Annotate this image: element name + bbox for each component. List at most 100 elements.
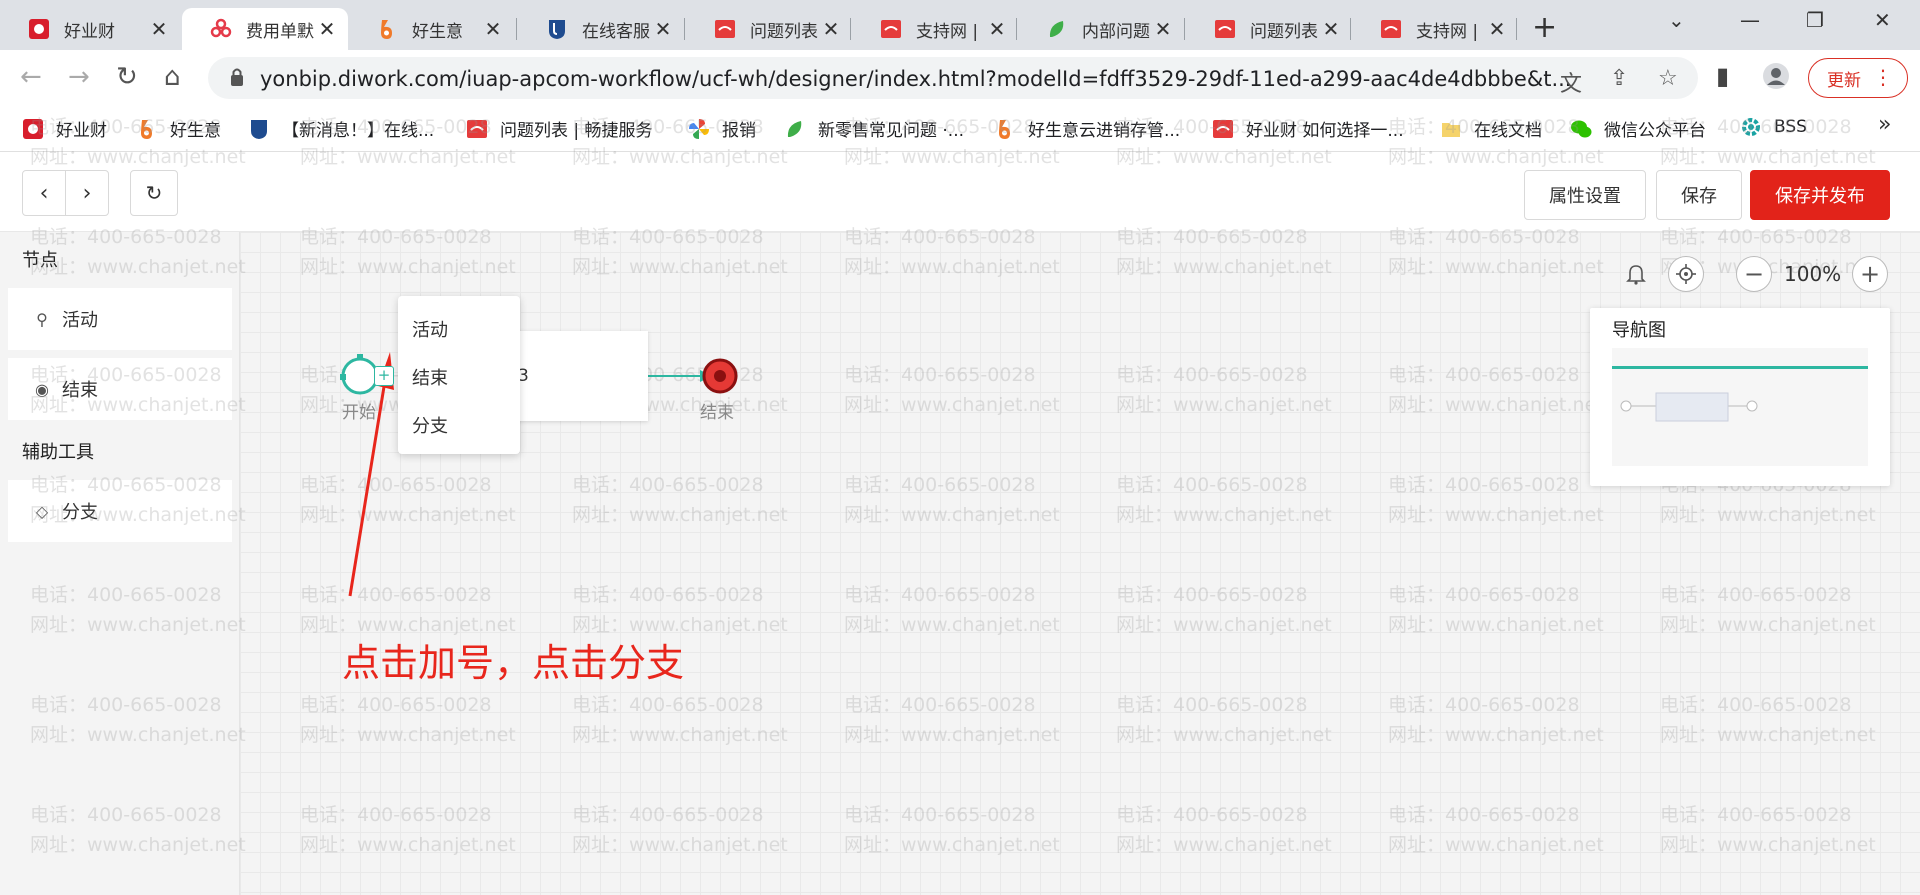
diamond-icon: ◇ xyxy=(35,501,49,521)
bookmark-item[interactable]: 新零售常见问题 ·... xyxy=(784,116,964,141)
close-icon[interactable]: ✕ xyxy=(654,17,672,41)
green-leaf-icon xyxy=(1046,18,1068,40)
bookmark-item[interactable]: 好业财 xyxy=(22,116,107,141)
browser-tabstrip: 好业财 ✕ 费用单默 ✕ 好生意 ✕ 在线客服 ✕ 问题列表 ✕ 支持网 | ✕… xyxy=(0,0,1920,50)
orange-6-icon xyxy=(136,118,158,140)
browser-tab[interactable]: 问题列表 ✕ xyxy=(686,8,852,50)
palette-item-branch[interactable]: ◇ 分支 xyxy=(8,480,232,542)
update-button[interactable]: 更新 ⋮ xyxy=(1808,58,1908,98)
tab-divider xyxy=(1516,18,1517,40)
share-icon[interactable]: ⇪ xyxy=(1610,66,1628,91)
sidepanel-icon[interactable]: ▮ xyxy=(1716,62,1729,90)
bell-icon[interactable] xyxy=(1618,256,1654,292)
node-palette: 节点 ⚲ 活动 ◉ 结束 辅助工具 ◇ 分支 xyxy=(0,232,240,895)
zoom-out-icon[interactable]: − xyxy=(1736,256,1772,292)
chanjet-red-icon xyxy=(466,118,488,140)
close-icon[interactable]: ✕ xyxy=(318,17,336,41)
tab-divider xyxy=(516,18,517,40)
gear-icon xyxy=(1740,116,1762,138)
profile-avatar-icon[interactable] xyxy=(1762,62,1790,96)
bookmark-star-icon[interactable]: ☆ xyxy=(1658,66,1678,91)
folder-icon xyxy=(1440,118,1462,140)
navigation-minimap[interactable]: 导航图 xyxy=(1590,308,1890,486)
close-icon[interactable]: ✕ xyxy=(1488,17,1506,41)
menu-item-end[interactable]: 结束 xyxy=(412,364,448,390)
browser-tab[interactable]: 在线客服 ✕ xyxy=(518,8,684,50)
bookmark-item[interactable]: 报销 xyxy=(688,116,756,141)
person-icon: ⚲ xyxy=(36,309,48,329)
locate-icon[interactable] xyxy=(1668,256,1704,292)
bookmark-item[interactable]: 好业财 如何选择一... xyxy=(1212,116,1404,141)
bookmarks-overflow-icon[interactable]: » xyxy=(1878,112,1891,137)
pinwheel-icon xyxy=(688,118,710,140)
tab-divider xyxy=(1350,18,1351,40)
redo-button[interactable]: › xyxy=(65,170,109,216)
bookmark-item[interactable]: 微信公众平台 xyxy=(1570,116,1706,141)
chevron-right-icon: › xyxy=(82,180,92,206)
palette-item-activity[interactable]: ⚲ 活动 xyxy=(8,288,232,350)
undo-button[interactable]: ‹ xyxy=(22,170,66,216)
lock-icon[interactable] xyxy=(230,67,244,87)
refresh-button[interactable]: ↻ xyxy=(130,170,178,216)
minimize-icon[interactable]: — xyxy=(1740,8,1760,32)
browser-tab-active[interactable]: 费用单默 ✕ xyxy=(182,8,348,50)
close-icon[interactable]: ✕ xyxy=(1154,17,1172,41)
wechat-icon xyxy=(1570,118,1592,140)
chanjet-red-icon xyxy=(714,18,736,40)
tab-divider xyxy=(850,18,851,40)
browser-tab[interactable]: 好生意 ✕ xyxy=(348,8,514,50)
bookmark-item[interactable]: 问题列表 | 畅捷服务 xyxy=(466,116,653,141)
save-publish-button[interactable]: 保存并发布 xyxy=(1750,170,1890,220)
more-vert-icon[interactable]: ⋮ xyxy=(1873,65,1893,89)
close-icon[interactable]: ✕ xyxy=(1322,17,1340,41)
browser-tab[interactable]: 支持网 | ✕ xyxy=(1352,8,1518,50)
chanjet-red-icon xyxy=(1380,18,1402,40)
new-tab-icon[interactable]: + xyxy=(1532,10,1557,45)
pink-flower-icon xyxy=(210,18,232,40)
tools-section-title: 辅助工具 xyxy=(22,442,94,463)
reload-icon: ↻ xyxy=(145,181,163,205)
close-icon[interactable]: ✕ xyxy=(484,17,502,41)
add-node-menu: 活动 结束 分支 xyxy=(398,296,520,454)
close-icon[interactable]: ✕ xyxy=(988,17,1006,41)
red-badge-icon xyxy=(22,118,44,140)
blue-shield-icon xyxy=(546,18,568,40)
menu-item-activity[interactable]: 活动 xyxy=(412,316,448,342)
orange-6-icon xyxy=(376,18,398,40)
bookmark-item[interactable]: 在线文档 xyxy=(1440,116,1542,141)
bookmark-item[interactable]: 【新消息！】在线... xyxy=(248,116,434,141)
browser-tab[interactable]: 问题列表 ✕ xyxy=(1186,8,1352,50)
close-icon[interactable]: ✕ xyxy=(150,17,168,41)
browser-tab[interactable]: 好业财 ✕ xyxy=(0,8,180,50)
translate-icon[interactable]: 文 xyxy=(1560,66,1582,98)
forward-icon[interactable]: → xyxy=(68,62,90,92)
tab-divider xyxy=(684,18,685,40)
window-close-icon[interactable]: ✕ xyxy=(1874,8,1891,32)
chanjet-red-icon xyxy=(880,18,902,40)
tab-divider xyxy=(1184,18,1185,40)
tab-search-icon[interactable]: ⌄ xyxy=(1668,8,1685,32)
nodes-section-title: 节点 xyxy=(22,250,58,271)
browser-tab[interactable]: 内部问题 ✕ xyxy=(1018,8,1184,50)
palette-item-end[interactable]: ◉ 结束 xyxy=(8,358,232,420)
url-omnibox[interactable]: yonbip.diwork.com/iuap-apcom-workflow/uc… xyxy=(208,57,1698,99)
zoom-in-icon[interactable]: + xyxy=(1852,256,1888,292)
add-node-plus-icon[interactable]: + xyxy=(374,366,394,386)
bookmark-item[interactable]: 好生意云进销存管... xyxy=(994,116,1180,141)
close-icon[interactable]: ✕ xyxy=(822,17,840,41)
menu-item-branch[interactable]: 分支 xyxy=(412,412,448,438)
reload-icon[interactable]: ↻ xyxy=(116,62,138,92)
home-icon[interactable]: ⌂ xyxy=(164,62,181,92)
bookmark-item[interactable]: BSS xyxy=(1740,116,1807,138)
back-icon[interactable]: ← xyxy=(20,62,42,92)
bookmark-item[interactable]: 好生意 xyxy=(136,116,221,141)
activity-node[interactable]: 3 xyxy=(514,331,648,421)
orange-6-icon xyxy=(994,118,1016,140)
start-node-label: 开始 xyxy=(342,403,376,423)
minimap-accent-bar xyxy=(1612,366,1868,369)
properties-button[interactable]: 属性设置 xyxy=(1524,170,1646,220)
url-text[interactable]: yonbip.diwork.com/iuap-apcom-workflow/uc… xyxy=(260,67,1571,91)
browser-tab[interactable]: 支持网 | ✕ xyxy=(852,8,1018,50)
save-button[interactable]: 保存 xyxy=(1656,170,1742,220)
restore-icon[interactable]: ❐ xyxy=(1806,8,1824,32)
